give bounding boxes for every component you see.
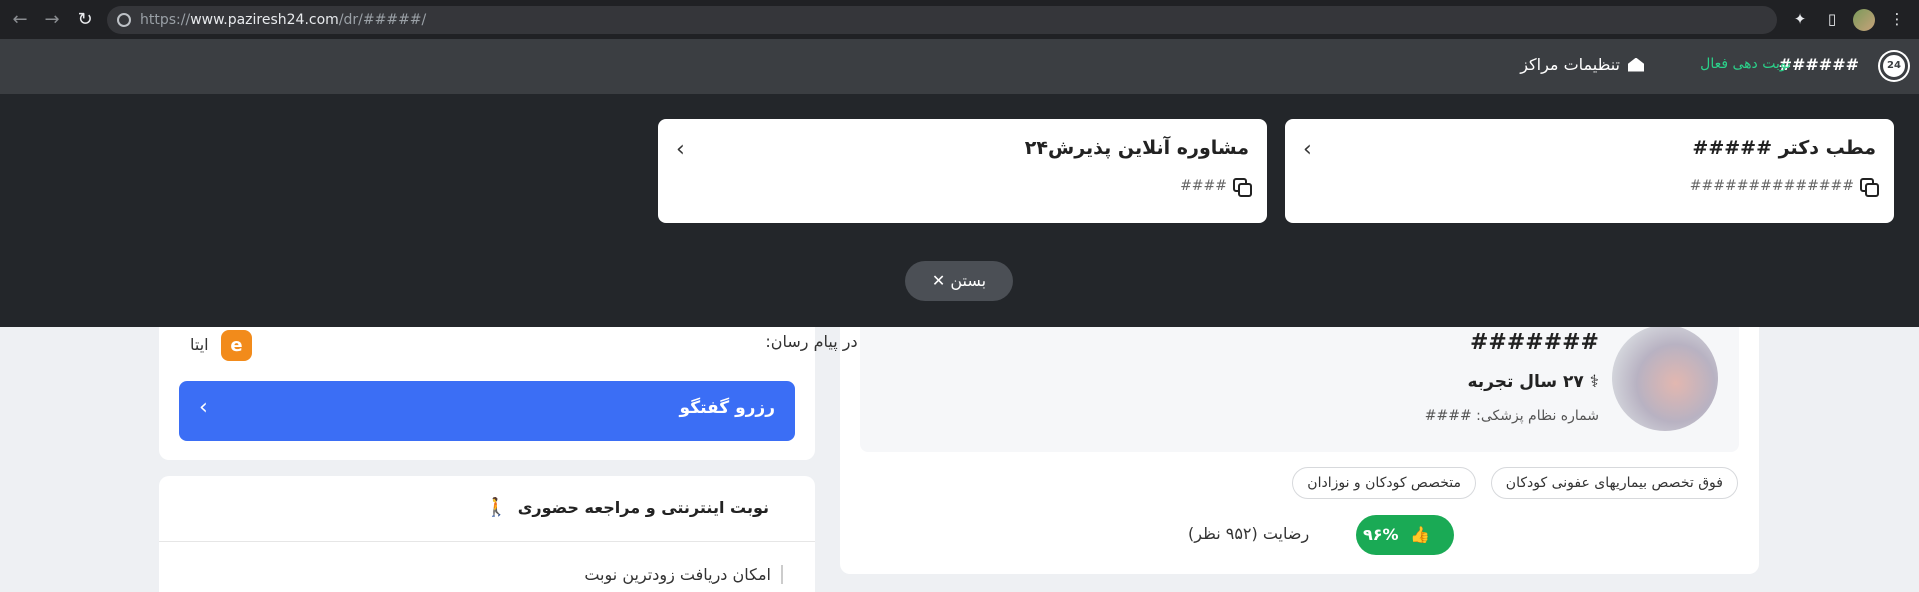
walking-person-icon: 🚶 bbox=[485, 497, 508, 518]
earliest-appointment-label: امکان دریافت زودترین نوبت bbox=[584, 565, 783, 584]
forward-arrow-icon[interactable]: → bbox=[40, 8, 64, 32]
profile-avatar[interactable] bbox=[1853, 9, 1875, 31]
browser-toolbar: ← → ↻ https://www.paziresh24.com/dr/####… bbox=[0, 0, 1919, 39]
reload-icon[interactable]: ↻ bbox=[73, 8, 97, 32]
stethoscope-icon: ⚕ bbox=[1589, 372, 1599, 392]
copy-icon[interactable] bbox=[1233, 178, 1252, 197]
doctor-name: ####### bbox=[1469, 330, 1599, 355]
rating-text: رضایت (۹۵۲ نظر) bbox=[1188, 524, 1310, 543]
url-text: https://www.paziresh24.com/dr/#####/ bbox=[140, 12, 427, 28]
paziresh24-logo[interactable]: 24 bbox=[1880, 52, 1908, 80]
copy-icon[interactable] bbox=[1860, 178, 1879, 197]
centers-settings-label: تنظیمات مراکز bbox=[1520, 55, 1620, 74]
online-consult-card-title: مشاوره آنلاین پذیرش۲۴ bbox=[1024, 137, 1249, 159]
booking-status: نوبت دهی فعال bbox=[1700, 56, 1791, 72]
office-card[interactable]: مطب دکتر ##### ############## ‹ bbox=[1285, 119, 1894, 223]
divider bbox=[159, 541, 815, 542]
rating-percent: ۹۶% 👍 bbox=[1356, 515, 1454, 555]
close-label: بستن bbox=[950, 271, 987, 290]
address-bar[interactable]: https://www.paziresh24.com/dr/#####/ bbox=[107, 6, 1777, 34]
extensions-icon[interactable]: ✦ bbox=[1789, 8, 1811, 30]
experience: ⚕ ۲۷ سال تجربه bbox=[1467, 372, 1599, 392]
online-consult-card-subtitle: #### bbox=[1180, 178, 1252, 197]
book-chat-button[interactable]: رزرو گفتگو ‹ bbox=[179, 381, 795, 441]
book-chat-label: رزرو گفتگو bbox=[679, 398, 775, 418]
menu-dots-icon[interactable]: ⋮ bbox=[1886, 8, 1908, 30]
home-icon bbox=[1628, 57, 1644, 72]
specialty-tag[interactable]: متخصص کودکان و نوزادان bbox=[1292, 467, 1476, 499]
rating-percent-text: ۹۶% bbox=[1362, 525, 1399, 544]
office-card-title: مطب دکتر ##### bbox=[1692, 137, 1876, 159]
doctor-avatar bbox=[1612, 325, 1718, 431]
medical-number: شماره نظام پزشکی: #### bbox=[1424, 408, 1599, 424]
office-card-address: ############## bbox=[1689, 178, 1854, 194]
doctor-info-box bbox=[860, 310, 1739, 452]
back-arrow-icon[interactable]: ← bbox=[8, 8, 32, 32]
site-info-icon[interactable] bbox=[117, 13, 131, 27]
chevron-left-icon: ‹ bbox=[1303, 137, 1312, 162]
in-person-title-text: نوبت اینترنتی و مراجعه حضوری bbox=[517, 498, 769, 517]
specialty-tag[interactable]: فوق تخصص بیماریهای عفونی کودکان bbox=[1490, 467, 1738, 499]
online-consult-card[interactable]: مشاوره آنلاین پذیرش۲۴ #### ‹ bbox=[658, 119, 1267, 223]
close-button[interactable]: بستن ✕ bbox=[905, 261, 1013, 301]
centers-settings-link[interactable]: تنظیمات مراکز bbox=[1520, 55, 1644, 74]
office-card-subtitle: ############## bbox=[1689, 178, 1879, 197]
thumbs-up-icon: 👍 bbox=[1410, 525, 1430, 544]
experience-text: ۲۷ سال تجربه bbox=[1467, 372, 1584, 392]
close-icon: ✕ bbox=[931, 271, 946, 290]
in-person-title[interactable]: نوبت اینترنتی و مراجعه حضوری 🚶 bbox=[485, 497, 769, 518]
eitaa-label: ایتا bbox=[190, 335, 209, 354]
chevron-left-icon: ‹ bbox=[199, 395, 208, 420]
side-panel-icon[interactable]: ▯ bbox=[1821, 8, 1843, 30]
online-consult-card-address: #### bbox=[1180, 178, 1227, 194]
chevron-left-icon: ‹ bbox=[676, 137, 685, 162]
eitaa-icon[interactable]: e bbox=[221, 330, 252, 361]
